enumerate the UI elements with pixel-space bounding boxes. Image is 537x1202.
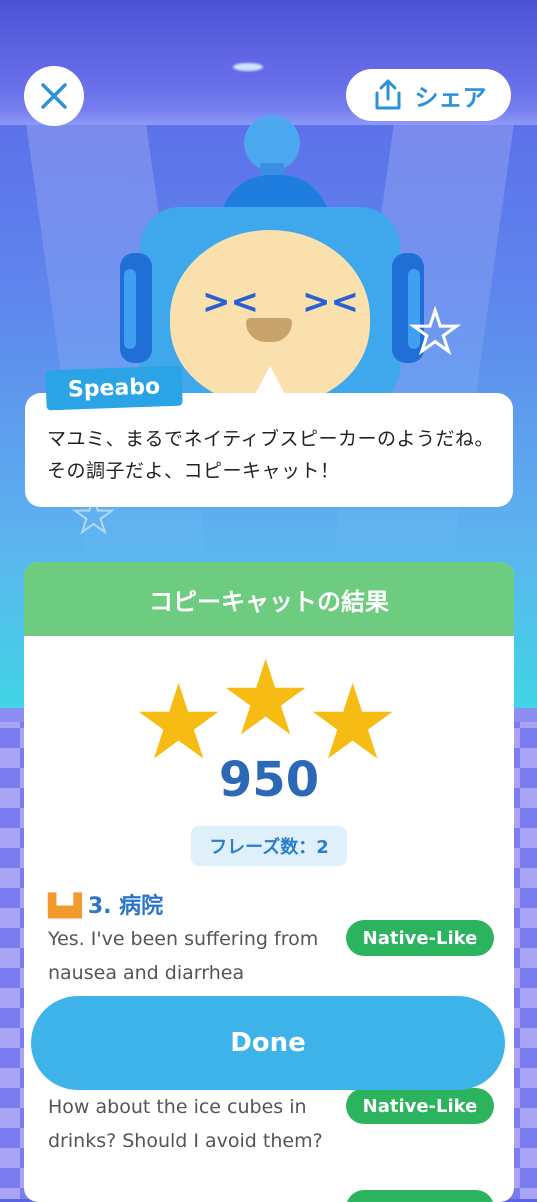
phrase-text: Yes. I've been suffering from nausea and…: [48, 928, 319, 984]
speech-bubble-tail: [254, 366, 286, 396]
hospital-icon: ▙▟: [48, 894, 82, 919]
speech-bubble: マユミ、まるでネイティブスピーカーのようだね。その調子だよ、コピーキャット！: [25, 393, 513, 507]
result-title: コピーキャットの結果: [24, 562, 514, 636]
star-decoration-icon: ★: [408, 299, 461, 367]
rating-badge-partial: [346, 1190, 494, 1202]
done-button[interactable]: Done: [31, 996, 505, 1090]
star-icon: ★: [219, 637, 313, 759]
result-card: コピーキャットの結果 ★ ★ ★ 950 フレーズ数：2 ▙▟ 3. 病院 Yes…: [24, 562, 514, 1202]
section-title-text: 3. 病院: [87, 894, 164, 919]
phrase-count-badge: フレーズ数：2: [191, 826, 347, 866]
section-title: ▙▟ 3. 病院: [48, 888, 163, 920]
star-rating: ★ ★ ★: [24, 646, 514, 774]
speech-message: マユミ、まるでネイティブスピーカーのようだね。その調子だよ、コピーキャット！: [47, 428, 494, 482]
close-button[interactable]: [24, 66, 84, 126]
share-icon: [375, 79, 400, 110]
share-button[interactable]: シェア: [346, 69, 511, 121]
score-value: 950: [218, 752, 320, 808]
rating-badge: Native-Like: [346, 1088, 494, 1124]
close-icon: [41, 83, 67, 109]
stage-spotlight: [233, 63, 263, 71]
phrase-text: How about the ice cubes in drinks? Shoul…: [48, 1096, 323, 1152]
share-label: シェア: [414, 83, 487, 112]
speabo-mascot: >< ><: [100, 115, 440, 407]
speaker-name-tag: Speabo: [45, 365, 183, 411]
rating-badge: Native-Like: [346, 920, 494, 956]
